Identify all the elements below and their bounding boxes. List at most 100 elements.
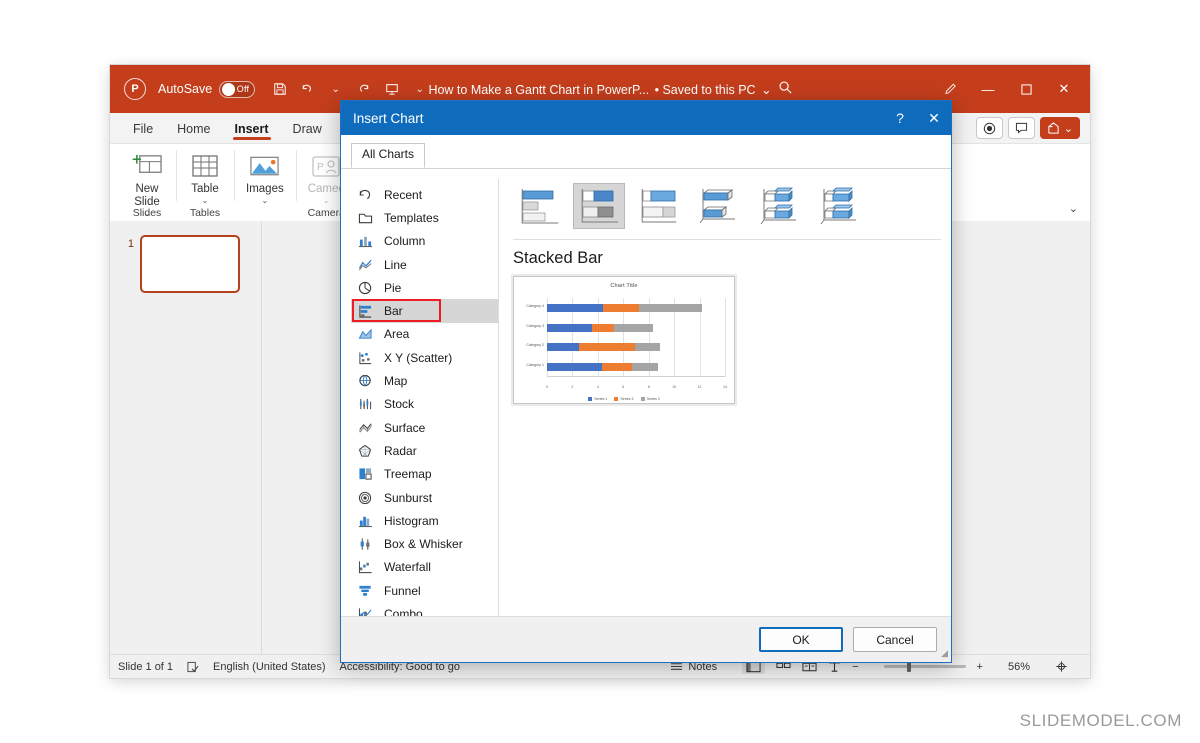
chart-bar-segment [547, 303, 603, 312]
table-dropdown-icon[interactable]: ⌄ [202, 196, 209, 205]
chart-type-label: Waterfall [384, 560, 431, 575]
save-icon[interactable] [267, 77, 292, 102]
chart-type-area[interactable]: Area [351, 323, 498, 346]
funnel-icon [357, 583, 374, 598]
preview-divider [513, 239, 941, 240]
zoom-level[interactable]: 56% [1008, 661, 1030, 673]
quick-access-toolbar: ⌄ ⌄ [267, 77, 432, 102]
share-dropdown-icon[interactable]: ⌄ [1064, 122, 1073, 135]
customize-qat-icon[interactable]: ⌄ [407, 77, 432, 102]
chart-type-pie[interactable]: Pie [351, 276, 498, 299]
chart-x-tick: 0 [546, 385, 548, 389]
zoom-slider[interactable] [883, 661, 966, 672]
images-dropdown-icon[interactable]: ⌄ [262, 196, 269, 205]
chart-type-column[interactable]: Column [351, 230, 498, 253]
chart-type-list: Recent Templates Column Line Pie Bar Are… [351, 179, 499, 616]
chart-legend-swatch [640, 397, 645, 401]
chart-type-label: Area [384, 327, 410, 342]
accessibility-check-icon[interactable] [187, 661, 199, 673]
chart-type-templates[interactable]: Templates [351, 206, 498, 229]
slide-thumbnail-1[interactable] [140, 235, 240, 293]
maximize-button[interactable] [1008, 74, 1044, 104]
table-label: Table [191, 183, 219, 195]
chart-bar-segment [591, 323, 615, 332]
chart-type-line[interactable]: Line [351, 253, 498, 276]
title-dropdown-icon[interactable]: ⌄ [761, 83, 771, 97]
chart-type-bar[interactable]: Bar [351, 299, 498, 323]
autosave-label: AutoSave [158, 82, 213, 96]
chart-type-sunburst[interactable]: Sunburst [351, 486, 498, 509]
new-slide-icon [132, 148, 163, 180]
zoom-in-button[interactable]: + [977, 661, 983, 673]
undo-icon[interactable] [295, 77, 320, 102]
dialog-title: Insert Chart [353, 110, 424, 126]
minimize-button[interactable]: — [970, 74, 1006, 104]
thumbnail-number: 1 [127, 238, 134, 250]
fit-to-window-icon[interactable] [1055, 660, 1068, 673]
chart-gridline [725, 298, 726, 377]
chart-type-map[interactable]: Map [351, 369, 498, 392]
redo-icon[interactable] [351, 77, 376, 102]
svg-text:P: P [317, 162, 324, 173]
subtype-3d-100-stacked-bar[interactable] [813, 183, 865, 229]
thumbnail-item[interactable]: 1 [110, 221, 261, 293]
undo-dropdown-icon[interactable]: ⌄ [323, 77, 348, 102]
chart-preview-frame[interactable]: Chart Title Category 4 Category 3 Category… [513, 276, 735, 404]
comments-button[interactable] [1007, 117, 1035, 139]
chart-type-funnel[interactable]: Funnel [351, 579, 498, 602]
cameo-dropdown-icon: ⌄ [322, 196, 330, 205]
dialog-resize-grip[interactable]: ◢ [941, 648, 948, 659]
chart-type-combo[interactable]: Combo [351, 602, 498, 616]
chart-type-box-whisker[interactable]: Box & Whisker [351, 532, 498, 555]
collapse-ribbon-icon[interactable]: ⌄ [1069, 202, 1078, 215]
images-label: Images [246, 183, 284, 195]
preview-title: Stacked Bar [513, 249, 603, 267]
dialog-help-button[interactable]: ? [883, 101, 917, 135]
scatter-icon [357, 350, 374, 365]
autosave-toggle-knob [222, 82, 236, 96]
chart-bar-segment [614, 323, 653, 332]
chart-preview-pane: Stacked Bar Chart Title Category 4 Catego… [499, 179, 941, 616]
start-presentation-icon[interactable] [379, 77, 404, 102]
chart-type-histogram[interactable]: Histogram [351, 509, 498, 532]
bar-icon [357, 304, 374, 319]
subtype-3d-stacked-bar[interactable] [753, 183, 805, 229]
dialog-title-bar: Insert Chart ? ✕ [341, 101, 951, 135]
language-label[interactable]: English (United States) [213, 661, 326, 673]
chart-type-stock[interactable]: Stock [351, 393, 498, 416]
chart-type-label: Radar [384, 443, 417, 458]
subtype-clustered-bar[interactable] [513, 183, 565, 229]
tab-home[interactable]: Home [166, 118, 221, 139]
ribbon-group-images[interactable]: Images ⌄ [234, 144, 296, 221]
tab-file[interactable]: File [122, 118, 164, 139]
search-icon[interactable] [778, 80, 793, 95]
chart-type-waterfall[interactable]: Waterfall [351, 556, 498, 579]
subtype-100-stacked-bar[interactable] [633, 183, 685, 229]
tab-draw[interactable]: Draw [282, 118, 333, 139]
tab-all-charts[interactable]: All Charts [351, 143, 426, 168]
chart-type-surface[interactable]: Surface [351, 416, 498, 439]
autosave-toggle[interactable]: Off [219, 80, 256, 98]
close-button[interactable]: ✕ [1046, 74, 1082, 104]
chart-type-label: Bar [384, 304, 403, 319]
chart-category-label: Category 2 [526, 343, 544, 348]
subtype-stacked-bar[interactable] [573, 183, 625, 229]
combo-icon [357, 606, 374, 616]
record-button[interactable] [975, 117, 1003, 139]
chart-type-label: Sunburst [384, 490, 433, 505]
chart-type-recent[interactable]: Recent [351, 183, 498, 206]
chart-type-treemap[interactable]: Treemap [351, 463, 498, 486]
dialog-close-button[interactable]: ✕ [917, 101, 951, 135]
ribbon-group-tables[interactable]: Table ⌄ Tables [176, 144, 234, 221]
ribbon-group-slides[interactable]: New Slide ⌄ Slides [118, 144, 176, 221]
map-icon [357, 374, 374, 389]
chart-type-radar[interactable]: Radar [351, 439, 498, 462]
chart-title: Chart Title [610, 283, 638, 289]
chart-bar-segment [601, 363, 633, 372]
subtype-3d-clustered-bar[interactable] [693, 183, 745, 229]
chart-type-scatter[interactable]: X Y (Scatter) [351, 346, 498, 369]
cancel-button[interactable]: Cancel [853, 627, 937, 652]
ok-button[interactable]: OK [759, 627, 843, 652]
tab-insert[interactable]: Insert [224, 118, 280, 140]
share-button[interactable]: ⌄ [1039, 117, 1080, 139]
